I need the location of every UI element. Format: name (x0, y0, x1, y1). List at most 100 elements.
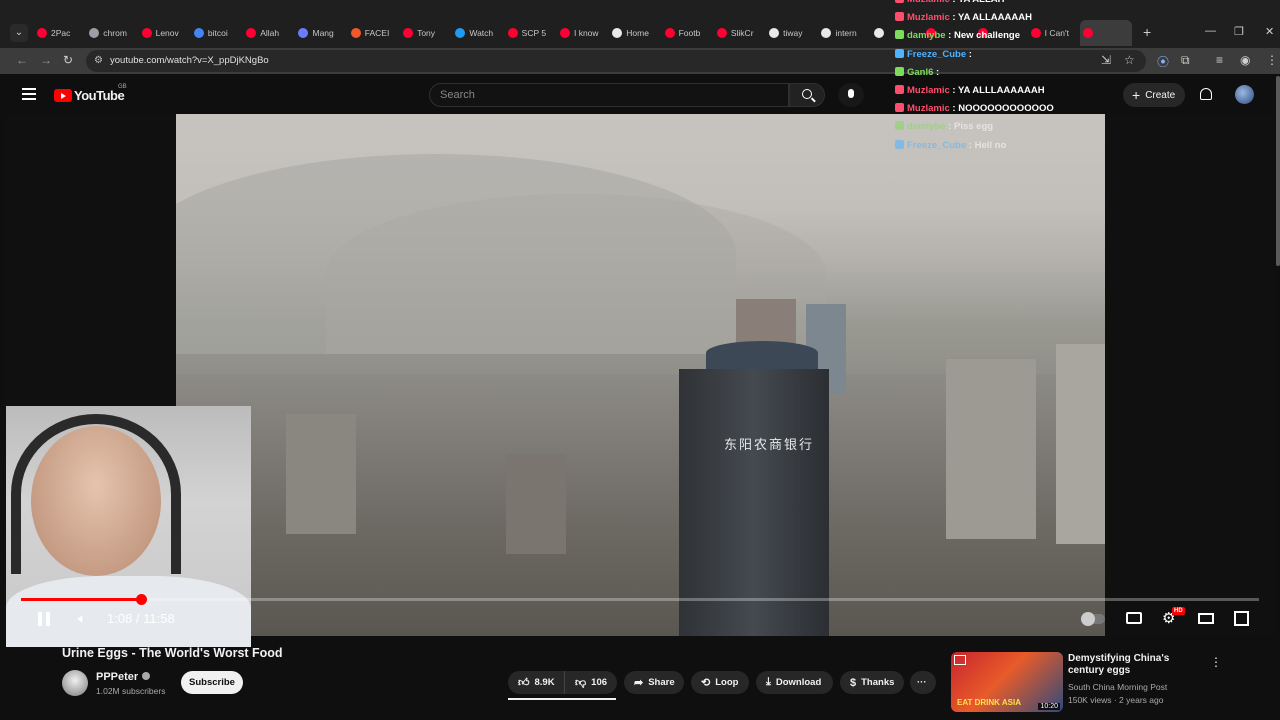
tab-label: tiway (783, 28, 803, 38)
download-button[interactable]: ⤓ Download (756, 671, 833, 694)
notifications-bell-icon[interactable] (1200, 88, 1212, 100)
video-player[interactable]: 东阳农商银行 🔈︎ 1:08 / 11:58 ⚙ HD (6, 114, 1274, 647)
recommendation-menu-icon[interactable]: ⋮ (1210, 655, 1222, 669)
account-avatar[interactable] (1235, 85, 1254, 104)
chat-separator: : (933, 66, 940, 78)
like-ratio-bar (508, 698, 616, 700)
chat-badge-icon (895, 139, 904, 149)
channel-avatar[interactable] (62, 670, 88, 696)
minimize-button[interactable]: — (1205, 25, 1216, 37)
recommendation-thumbnail[interactable]: EAT DRINK ASIA 10:20 (951, 652, 1063, 712)
create-button[interactable]: + Create (1123, 83, 1185, 107)
like-button[interactable]: 👍︎ 8.9K (508, 671, 564, 694)
browser-tab[interactable]: chrom (86, 20, 138, 46)
browser-tab[interactable]: Home (609, 20, 661, 46)
recommendation-title[interactable]: Demystifying China's century eggs (1068, 653, 1198, 677)
browser-tab[interactable]: Footb (662, 20, 714, 46)
chat-separator: : (950, 0, 958, 5)
search-input[interactable] (440, 89, 770, 101)
thumbs-up-icon: 👍︎ (518, 677, 530, 689)
chat-separator: : (945, 30, 954, 42)
tab-label: 2Pac (51, 28, 71, 38)
progress-bar[interactable] (21, 594, 1259, 605)
browser-tab-strip: ⌄ 2Pac chrom Lenov bitcoi Allah Mang FACEI Tony… (0, 0, 1280, 48)
share-button[interactable]: ➦ Share (624, 671, 684, 694)
youtube-logo[interactable]: YouTube (54, 88, 125, 103)
browser-tab[interactable]: bitcoi (191, 20, 243, 46)
media-controls-icon[interactable]: ≡ (1216, 53, 1223, 67)
extensions-puzzle-icon[interactable]: ⧉ (1181, 53, 1190, 68)
video-frame[interactable]: 东阳农商银行 (176, 114, 1105, 636)
browser-tab[interactable]: Tony (400, 20, 452, 46)
thanks-button[interactable]: $ Thanks (840, 671, 904, 694)
building (286, 414, 356, 534)
restore-button[interactable]: ❐ (1234, 25, 1244, 38)
browser-tab[interactable]: SCP 5 (505, 20, 557, 46)
chat-text: NOOOOOOOOOOOO (958, 103, 1054, 115)
subscribe-button[interactable]: Subscribe (181, 671, 243, 694)
plus-icon: + (1132, 87, 1141, 103)
subtitles-button[interactable] (1126, 612, 1142, 624)
share-label: Share (648, 677, 675, 688)
pause-button[interactable] (38, 612, 50, 626)
tab-favicon-icon (193, 28, 204, 38)
site-info-icon[interactable]: ⚙ (94, 55, 103, 66)
profile-icon[interactable]: ◉ (1240, 53, 1250, 67)
chat-message: Ganl6 : (895, 64, 1065, 82)
reload-button[interactable]: ↻ (63, 53, 73, 67)
progress-scrubber[interactable] (136, 594, 148, 605)
browser-tab[interactable] (1079, 20, 1133, 46)
youtube-play-icon (54, 89, 72, 102)
tab-favicon-icon (350, 28, 361, 38)
fullscreen-button[interactable] (1234, 611, 1249, 626)
share-icon: ➦ (634, 677, 644, 689)
browser-tab[interactable]: I know (557, 20, 609, 46)
channel-name-link[interactable]: PPPeter (96, 671, 151, 683)
extension-icon[interactable]: ⦿ (1157, 53, 1169, 70)
chat-message: Muzlamic : YA ALLAH (895, 0, 1065, 9)
hamburger-menu-icon[interactable] (22, 88, 36, 100)
youtube-wordmark: YouTube (74, 88, 125, 103)
browser-tab[interactable]: tiway (766, 20, 818, 46)
channel-name: PPPeter (96, 671, 139, 683)
browser-tab[interactable]: 2Pac (34, 20, 86, 46)
recommendation-channel[interactable]: South China Morning Post (1068, 682, 1167, 692)
chat-text: YA ALLLAAAAAAH (958, 84, 1045, 96)
chat-text: Hell no (974, 139, 1007, 151)
search-button[interactable] (789, 83, 825, 107)
chat-message: damiybe : Piss egg (895, 118, 1065, 136)
tab-favicon-icon (89, 28, 100, 38)
menu-kebab-icon[interactable]: ⋮ (1266, 53, 1278, 67)
browser-tab[interactable]: Watch (452, 20, 504, 46)
browser-tab[interactable]: intern (818, 20, 870, 46)
bookmark-star-icon[interactable]: ☆ (1124, 53, 1135, 67)
dislike-button[interactable]: 👎︎ 106 (564, 671, 617, 694)
tab-favicon-icon (507, 28, 518, 38)
tab-label: FACEI (364, 28, 390, 38)
forward-button[interactable]: → (40, 53, 52, 67)
more-actions-button[interactable]: ··· (910, 671, 936, 694)
loop-button[interactable]: ⟲ Loop (691, 671, 749, 694)
miniplayer-icon[interactable] (954, 655, 966, 665)
browser-tab[interactable]: Allah (243, 20, 295, 46)
tab-search-button[interactable]: ⌄ (10, 24, 28, 42)
browser-tab[interactable]: FACEI (348, 20, 400, 46)
tab-label: bitcoi (207, 28, 228, 38)
chat-username: Ganl6 (907, 66, 934, 78)
volume-icon[interactable]: 🔈︎ (78, 610, 86, 627)
install-app-icon[interactable]: ⇲ (1101, 53, 1111, 67)
theater-mode-button[interactable] (1198, 613, 1214, 624)
chat-text: YA ALLAH (958, 0, 1004, 5)
page-scrollbar[interactable] (1276, 76, 1280, 266)
voice-search-button[interactable] (838, 83, 864, 107)
new-tab-button[interactable]: + (1143, 24, 1151, 40)
browser-tab[interactable]: Lenov (139, 20, 191, 46)
close-window-button[interactable]: ✕ (1265, 25, 1274, 38)
chat-message: Freeze_Cube : (895, 46, 1065, 64)
autoplay-toggle[interactable] (1081, 612, 1105, 626)
browser-tab[interactable]: Mang (295, 20, 347, 46)
recommendation-meta: 150K views · 2 years ago (1068, 695, 1164, 705)
back-button[interactable]: ← (16, 53, 28, 67)
browser-tab[interactable]: SlikCr (714, 20, 766, 46)
time-display: 1:08 / 11:58 (107, 611, 175, 626)
